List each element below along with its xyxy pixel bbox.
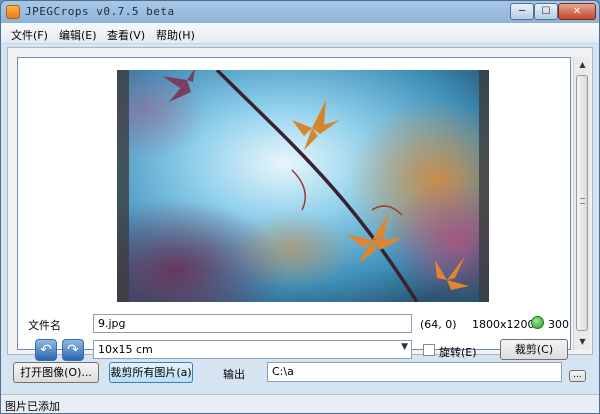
open-images-button[interactable]: 打开图像(O)... [13,362,99,383]
menu-edit[interactable]: 编辑(E) [59,27,97,43]
crop-all-button[interactable]: 裁剪所有图片(a) [109,362,193,383]
rotate-checkbox[interactable] [423,344,435,356]
window-title: JPEGCrops v0.7.5 beta [25,5,175,18]
status-text: 图片已添加 [5,400,60,413]
crop-position: (64, 0) [420,318,457,331]
menu-help[interactable]: 帮助(H) [156,27,195,43]
format-select-value: 10x15 cm [98,343,153,356]
filename-label: 文件名 [28,319,61,332]
app-window: JPEGCrops v0.7.5 beta ─ ☐ ✕ 文件(F) 编辑(E) … [0,0,600,414]
photo-image [117,70,489,302]
menu-bar: 文件(F) 编辑(E) 查看(V) 帮助(H) [1,23,599,44]
menu-file[interactable]: 文件(F) [11,27,48,43]
dpi-value: 300 [548,318,569,331]
output-label: 输出 [223,368,245,381]
chevron-down-icon[interactable]: ▼ [401,342,408,352]
vertical-scrollbar[interactable]: ▲ ▼ [573,57,590,350]
output-path-field[interactable]: C:\a [267,362,562,382]
photo-preview[interactable] [117,70,489,302]
main-area: 文件名 9.jpg (64, 0) 1800x1200 300 ↶ ↷ 10x1… [7,47,593,361]
crop-mask-left[interactable] [117,70,129,302]
scroll-up-icon[interactable]: ▲ [574,57,591,73]
menu-view[interactable]: 查看(V) [107,27,145,43]
resolution-status-icon [531,316,544,329]
grip-icon [580,198,585,204]
scroll-down-icon[interactable]: ▼ [574,334,591,350]
minimize-button[interactable]: ─ [510,3,534,20]
crop-mask-right[interactable] [479,70,489,302]
image-size: 1800x1200 [472,318,535,331]
browse-button[interactable]: ... [569,370,586,382]
crop-panel: 文件名 9.jpg (64, 0) 1800x1200 300 ↶ ↷ 10x1… [17,57,571,361]
maximize-button[interactable]: ☐ [534,3,558,20]
filename-field[interactable]: 9.jpg [93,314,412,333]
title-bar: JPEGCrops v0.7.5 beta ─ ☐ ✕ [1,1,599,23]
app-icon [6,5,20,19]
close-button[interactable]: ✕ [558,3,596,20]
status-bar: 图片已添加 [1,394,599,413]
bottom-toolbar: 打开图像(O)... 裁剪所有图片(a) 输出 C:\a ... [1,357,599,393]
scroll-thumb[interactable] [576,75,588,331]
